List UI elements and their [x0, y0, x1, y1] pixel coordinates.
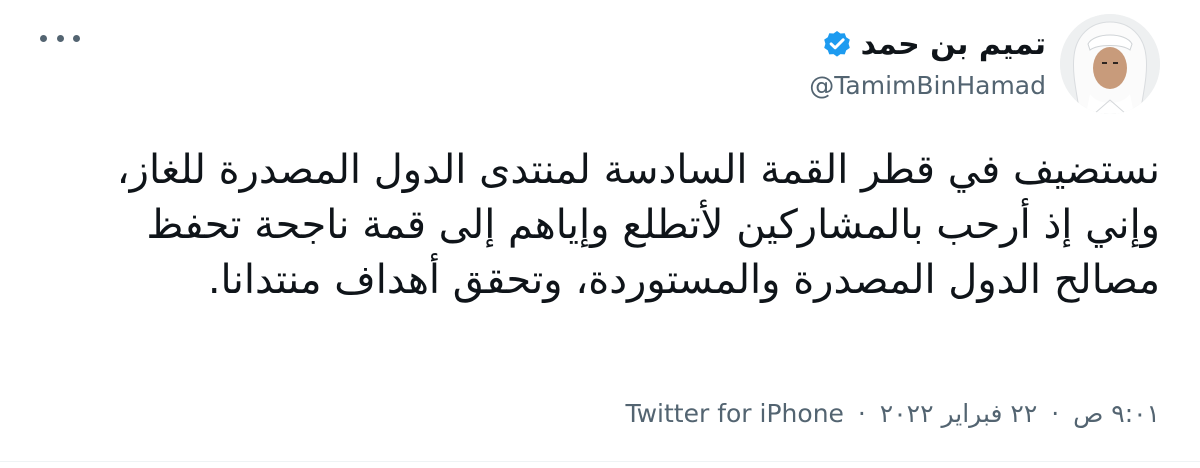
tweet-date[interactable]: ٢٢ فبراير ٢٠٢٢ — [880, 399, 1037, 428]
more-options-icon[interactable] — [40, 28, 80, 48]
user-handle[interactable]: @TamimBinHamad — [809, 68, 1046, 104]
tweet-card: تميم بن حمد @TamimBinHamad نستضيف في قطر… — [0, 0, 1200, 468]
display-name-row: تميم بن حمد — [821, 24, 1046, 66]
avatar-image — [1060, 14, 1160, 114]
tweet-metadata: ٩:٠١ ص · ٢٢ فبراير ٢٠٢٢ · Twitter for iP… — [625, 396, 1160, 432]
meta-separator: · — [857, 399, 866, 428]
more-dot — [73, 34, 80, 42]
more-dot — [56, 34, 64, 42]
tweet-header: تميم بن حمد @TamimBinHamad — [809, 14, 1160, 114]
meta-separator: · — [1051, 399, 1060, 428]
tweet-time[interactable]: ٩:٠١ ص — [1073, 399, 1160, 428]
verified-badge-icon — [823, 31, 850, 57]
avatar[interactable] — [1060, 14, 1160, 114]
more-dot — [40, 34, 47, 42]
author-names: تميم بن حمد @TamimBinHamad — [809, 24, 1046, 104]
bottom-divider — [0, 461, 1200, 462]
tweet-source-link[interactable]: Twitter for iPhone — [625, 399, 843, 428]
tweet-text: نستضيف في قطر القمة السادسة لمنتدى الدول… — [116, 147, 1160, 303]
display-name[interactable]: تميم بن حمد — [861, 24, 1046, 66]
